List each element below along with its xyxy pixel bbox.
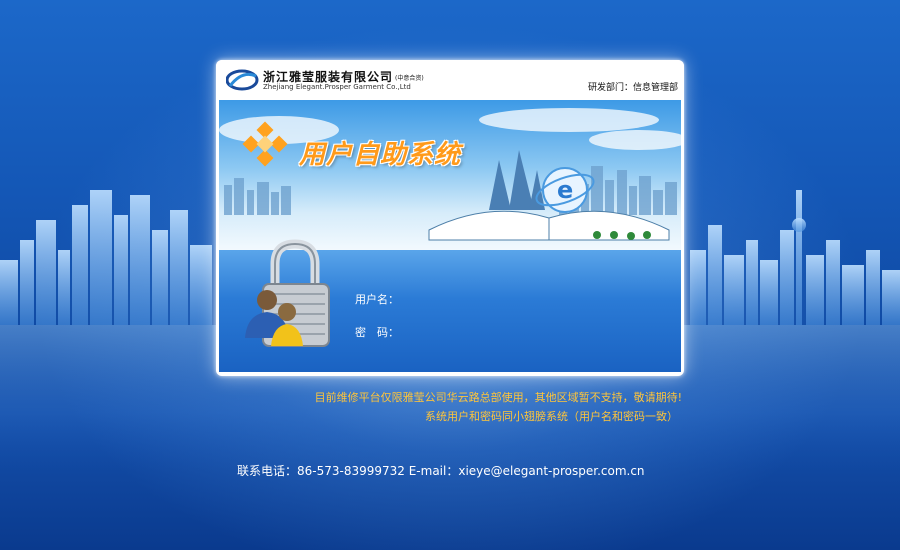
system-title: 用户自助系统 bbox=[299, 140, 462, 170]
company-tag: (中意合资) bbox=[395, 75, 424, 82]
password-label: 密 码： bbox=[355, 326, 399, 339]
notice-line-2: 系统用户和密码同小翅膀系统（用户名和密码一致） bbox=[425, 410, 678, 423]
login-panel: 用户名： 密 码： bbox=[219, 239, 681, 372]
notice-line-1: 目前维修平台仅限雅莹公司华云路总部使用，其他区域暂不支持，敬请期待! bbox=[314, 391, 682, 404]
banner-artwork: e bbox=[219, 108, 681, 241]
department-label: 研发部门：信息管理部 bbox=[587, 83, 678, 93]
card-header: 浙江雅莹服装有限公司 (中意合资) Zhejiang Elegant.Prospe… bbox=[216, 60, 684, 100]
lock-with-users-icon bbox=[245, 239, 330, 347]
username-label: 用户名： bbox=[355, 293, 399, 306]
password-input[interactable] bbox=[409, 323, 563, 339]
svg-text:e: e bbox=[557, 176, 573, 204]
login-card: 浙江雅莹服装有限公司 (中意合资) Zhejiang Elegant.Prospe… bbox=[216, 60, 684, 376]
contact-info: 联系电话：86-573-83999732 E-mail：xieye@elegan… bbox=[237, 464, 645, 478]
username-input[interactable] bbox=[409, 290, 563, 306]
company-name-en: Zhejiang Elegant.Prosper Garment Co.,Ltd bbox=[263, 83, 411, 91]
company-logo bbox=[226, 69, 259, 91]
system-banner: e 用户自助系统 bbox=[219, 100, 681, 250]
